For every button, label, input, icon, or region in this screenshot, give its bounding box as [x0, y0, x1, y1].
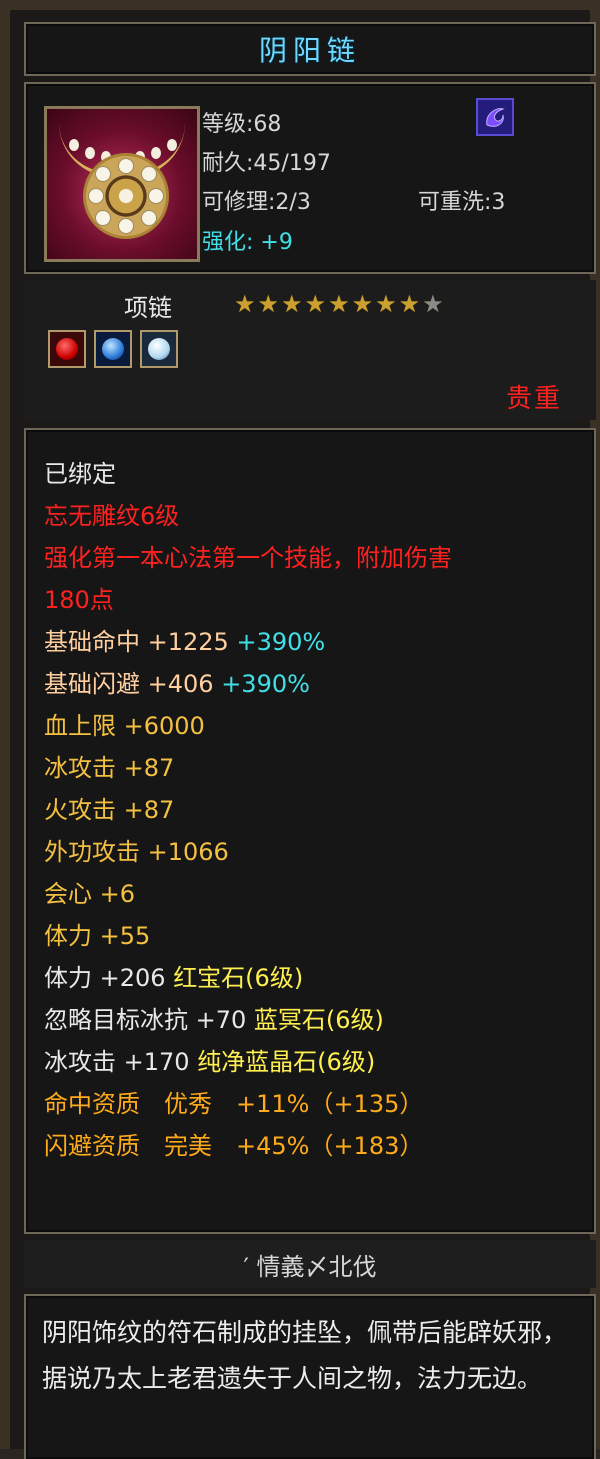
spirit-swirl-icon[interactable] — [476, 98, 514, 136]
star-icon: ★ — [304, 290, 327, 318]
crit-stat: 会心 +6 — [44, 880, 136, 908]
enhance-label: 强化: — [202, 230, 254, 255]
level-text: 等级:68 — [202, 112, 282, 137]
gem-stat-crystal: 冰攻击 +170 纯净蓝晶石(6级) — [44, 1048, 376, 1076]
star-icon: ★ — [328, 290, 350, 318]
rarity-label: 贵重 — [505, 384, 562, 414]
fire-attack-stat: 火攻击 +87 — [44, 796, 175, 824]
star-icon: ★ — [257, 290, 280, 318]
necklace-icon — [44, 106, 200, 262]
enhance-value: +9 — [260, 230, 293, 255]
skill-bonus-line1: 强化第一本心法第一个技能，附加伤害 — [44, 544, 452, 572]
star-icon: ★ — [351, 290, 374, 318]
durability-text: 耐久:45/197 — [202, 151, 331, 176]
source-bar: ′ 情義〆北伐 — [24, 1240, 596, 1288]
base-hit-stat: 基础命中 +1225 +390% — [44, 628, 326, 656]
source-text: ′ 情義〆北伐 — [243, 1252, 377, 1281]
base-dodge-stat: 基础闪避 +406 +390% — [44, 670, 310, 698]
hit-quality: 命中资质 优秀 +11%（+135） — [44, 1090, 424, 1118]
gem-sockets — [48, 330, 178, 368]
enhance-text: 强化: +9 — [202, 224, 293, 256]
attributes-panel: 已绑定 忘无雕纹6级 强化第一本心法第一个技能，附加伤害 180点 基础命中 +… — [24, 428, 596, 1234]
star-icon: ★ — [281, 290, 303, 318]
description-panel: 阴阳饰纹的符石制成的挂坠，佩带后能辟妖邪，据说乃太上老君遗失于人间之物，法力无边… — [24, 1294, 596, 1459]
ice-attack-stat: 冰攻击 +87 — [44, 754, 175, 782]
gem-stat-sapphire: 忽略目标冰抗 +70 蓝冥石(6级) — [44, 1006, 384, 1034]
blue-gem-icon[interactable] — [94, 330, 132, 368]
engrave-text: 忘无雕纹6级 — [44, 502, 180, 530]
star-icon: ★ — [234, 290, 256, 318]
repairable-text: 可修理:2/3 — [202, 190, 311, 215]
skill-bonus-line2: 180点 — [44, 586, 114, 614]
title-bar: 阴阳链 — [24, 22, 596, 76]
outer-attack-stat: 外功攻击 +1066 — [44, 838, 229, 866]
item-header: 等级:68 耐久:45/197 可修理:2/3 可重洗:3 强化: +9 — [24, 82, 596, 274]
star-empty-icon: ★ — [422, 290, 444, 318]
red-gem-icon[interactable] — [48, 330, 86, 368]
item-tooltip: 阴阳链 等级:68 耐久:45/197 可修理:2/3 可重洗:3 强化: +9… — [0, 0, 600, 1459]
gem-stat-ruby: 体力 +206 红宝石(6级) — [44, 964, 304, 992]
item-name: 阴阳链 — [258, 34, 361, 67]
rewashable-text: 可重洗:3 — [418, 190, 506, 215]
crystal-gem-icon[interactable] — [140, 330, 178, 368]
hp-stat: 血上限 +6000 — [44, 712, 205, 740]
bound-status: 已绑定 — [44, 460, 116, 488]
dodge-quality: 闪避资质 完美 +45%（+183） — [44, 1132, 424, 1160]
star-icon: ★ — [375, 290, 397, 318]
item-description: 阴阳饰纹的符石制成的挂坠，佩带后能辟妖邪，据说乃太上老君遗失于人间之物，法力无边… — [42, 1318, 568, 1393]
star-icon: ★ — [398, 290, 421, 318]
star-rating: ★ ★ ★ ★ ★ ★ ★ ★ ★ — [234, 292, 444, 316]
item-type: 项链 — [124, 294, 172, 322]
item-type-section: 项链 ★ ★ ★ ★ ★ ★ ★ ★ ★ 贵重 — [24, 280, 596, 420]
stamina-stat: 体力 +55 — [44, 922, 151, 950]
